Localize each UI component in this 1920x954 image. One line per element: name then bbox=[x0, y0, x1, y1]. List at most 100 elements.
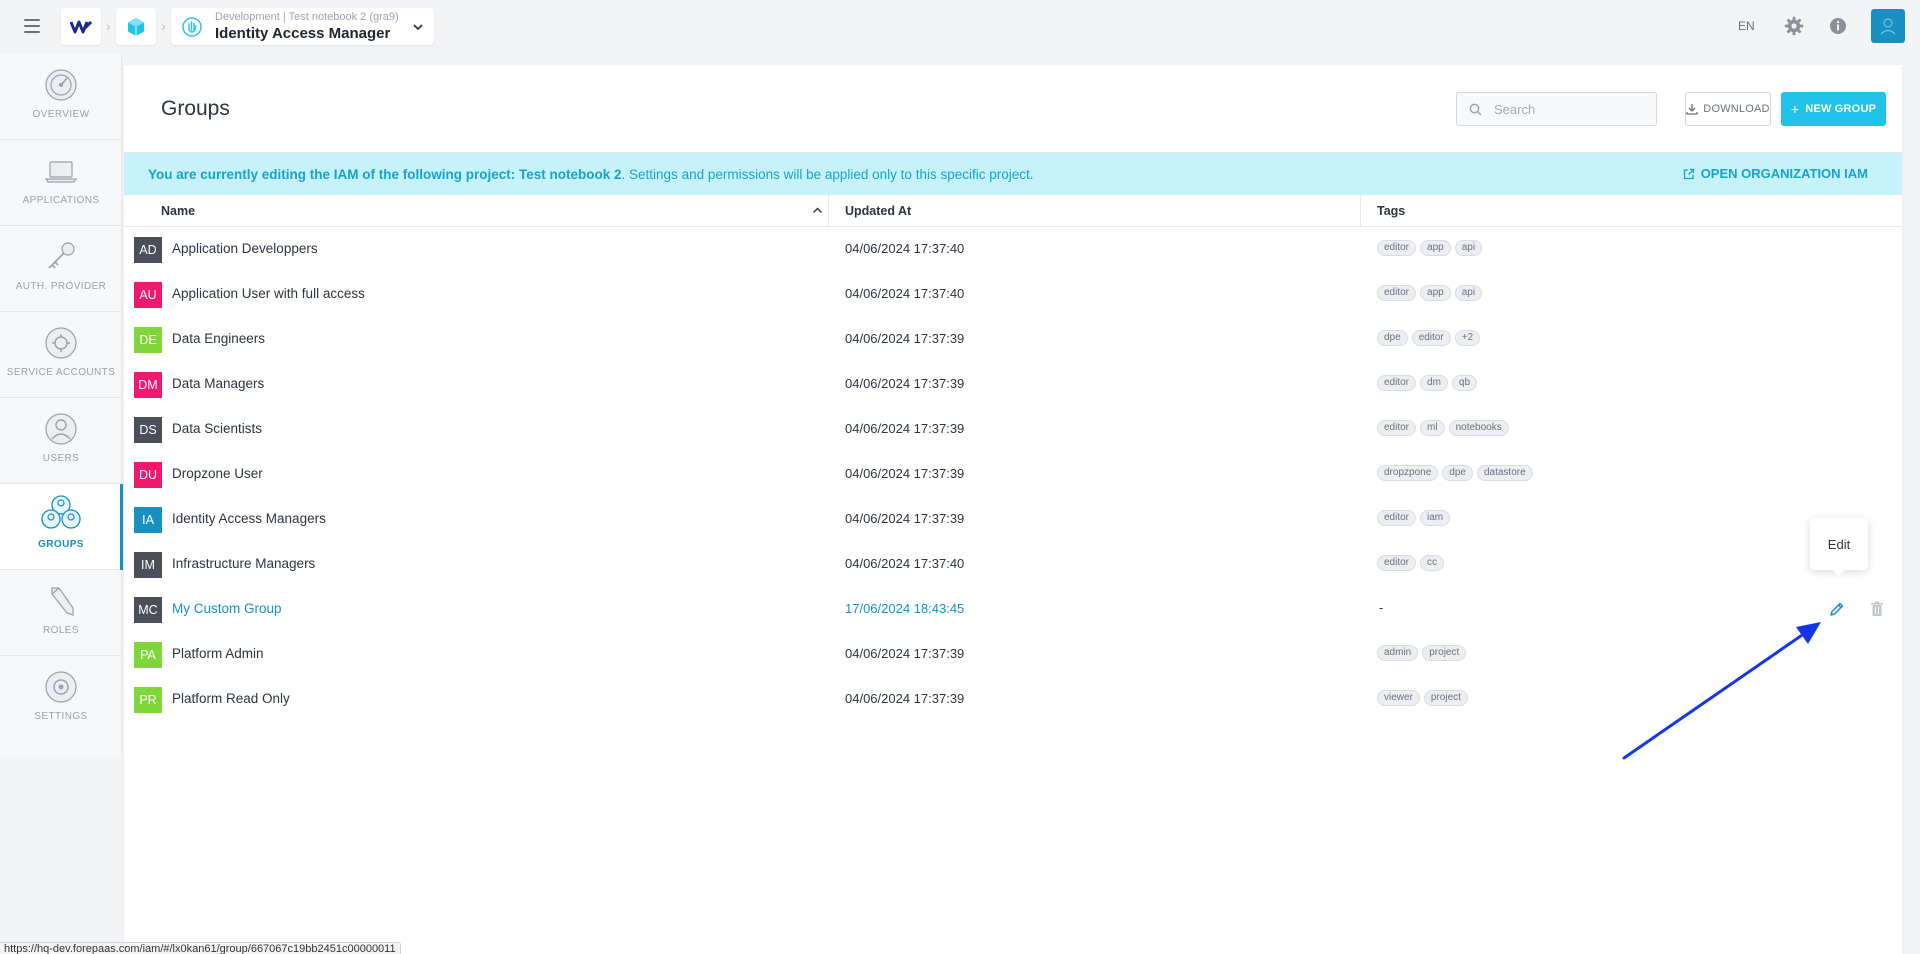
new-group-button[interactable]: + NEW GROUP bbox=[1781, 92, 1886, 126]
sidebar-item-label: USERS bbox=[42, 453, 80, 464]
tag-chip: iam bbox=[1420, 510, 1451, 526]
group-name[interactable]: Infrastructure Managers bbox=[172, 556, 315, 571]
pencil-icon bbox=[51, 587, 74, 616]
table-row[interactable]: PR Platform Read Only 04/06/2024 17:37:39 v… bbox=[124, 677, 1902, 722]
group-initials-badge: IM bbox=[134, 552, 162, 578]
search-box[interactable] bbox=[1456, 92, 1657, 126]
group-tags-empty: - bbox=[1379, 600, 1384, 615]
group-name[interactable]: Dropzone User bbox=[172, 466, 263, 481]
group-initials-badge: DE bbox=[134, 327, 162, 353]
language-selector[interactable]: EN bbox=[1738, 19, 1755, 33]
organization-logo-tile[interactable] bbox=[61, 8, 101, 45]
group-name[interactable]: Application Developpers bbox=[172, 241, 318, 256]
table-row[interactable]: IM Infrastructure Managers 04/06/2024 17:3… bbox=[124, 542, 1902, 587]
tag-chip: viewer bbox=[1377, 690, 1420, 706]
table-row[interactable]: AU Application User with full access 04/06… bbox=[124, 272, 1902, 317]
app-switcher[interactable]: Development | Test notebook 2 (gra9) Ide… bbox=[171, 8, 434, 45]
tag-chip: project bbox=[1422, 645, 1467, 661]
trash-icon[interactable] bbox=[1870, 601, 1884, 617]
group-updated-at: 04/06/2024 17:37:39 bbox=[845, 421, 965, 436]
plus-icon: + bbox=[1790, 101, 1800, 117]
group-name[interactable]: Platform Read Only bbox=[172, 691, 290, 706]
group-tags: viewer project bbox=[1377, 690, 1468, 706]
search-icon bbox=[1469, 103, 1482, 115]
group-updated-at: 04/06/2024 17:37:39 bbox=[845, 511, 965, 526]
project-tile[interactable] bbox=[116, 8, 156, 45]
search-input[interactable] bbox=[1494, 101, 1644, 117]
tag-chip: dpe bbox=[1377, 330, 1408, 346]
sidebar-item-users[interactable]: USERS bbox=[0, 398, 122, 484]
tag-chip: admin bbox=[1377, 645, 1419, 661]
tag-chip: editor bbox=[1377, 555, 1417, 571]
group-tags: editor app api bbox=[1377, 285, 1483, 301]
breadcrumb-separator-icon: › bbox=[161, 18, 166, 34]
chevron-down-icon[interactable] bbox=[412, 21, 424, 33]
app-breadcrumb-text: Development | Test notebook 2 (gra9) Ide… bbox=[215, 11, 399, 43]
breadcrumb-separator-icon: › bbox=[106, 18, 111, 34]
sidebar-item-settings[interactable]: SETTINGS bbox=[0, 656, 122, 742]
cube-icon bbox=[128, 17, 144, 36]
group-tags: editor dm qb bbox=[1377, 375, 1478, 391]
app-title: Identity Access Manager bbox=[215, 24, 391, 42]
table-row[interactable]: IA Identity Access Managers 04/06/2024 17:… bbox=[124, 497, 1902, 542]
column-header-name[interactable]: Name bbox=[161, 204, 195, 218]
table-row[interactable]: DS Data Scientists 04/06/2024 17:37:39 edit… bbox=[124, 407, 1902, 452]
forepaas-logo-icon bbox=[70, 20, 92, 33]
sidebar-item-groups[interactable]: GROUPS bbox=[0, 484, 123, 570]
group-name[interactable]: My Custom Group bbox=[172, 601, 282, 616]
sidebar-item-service-accounts[interactable]: SERVICE ACCOUNTS bbox=[0, 312, 122, 398]
table-row[interactable]: DM Data Managers 04/06/2024 17:37:39 editor… bbox=[124, 362, 1902, 407]
edit-tooltip: Edit bbox=[1810, 518, 1868, 576]
group-initials-badge: AD bbox=[134, 237, 162, 263]
group-tags: editor cc bbox=[1377, 555, 1445, 571]
group-tags: editor app api bbox=[1377, 240, 1483, 256]
group-name[interactable]: Platform Admin bbox=[172, 646, 264, 661]
group-name[interactable]: Data Managers bbox=[172, 376, 264, 391]
table-row[interactable]: DU Dropzone User 04/06/2024 17:37:39 dropzp… bbox=[124, 452, 1902, 497]
user-avatar-icon bbox=[1880, 18, 1896, 35]
group-name[interactable]: Application User with full access bbox=[172, 286, 365, 301]
group-name[interactable]: Identity Access Managers bbox=[172, 511, 326, 526]
hamburger-menu-icon[interactable] bbox=[22, 17, 42, 35]
sort-ascending-icon[interactable] bbox=[812, 205, 823, 216]
group-name[interactable]: Data Engineers bbox=[172, 331, 265, 346]
group-initials-badge: DM bbox=[134, 372, 162, 398]
tag-chip: dm bbox=[1420, 375, 1448, 391]
gear-icon bbox=[45, 671, 77, 703]
sidebar-nav: OVERVIEW APPLICATIONS AUTH. PROVIDER SER… bbox=[0, 54, 123, 757]
sidebar-item-applications[interactable]: APPLICATIONS bbox=[0, 140, 122, 226]
user-avatar[interactable] bbox=[1871, 9, 1905, 43]
sidebar-item-label: AUTH. PROVIDER bbox=[15, 281, 107, 292]
tag-chip: datastore bbox=[1476, 465, 1533, 481]
table-row[interactable]: MC My Custom Group 17/06/2024 18:43:45 - bbox=[124, 587, 1902, 632]
group-updated-at: 04/06/2024 17:37:39 bbox=[845, 691, 965, 706]
group-initials-badge: PA bbox=[134, 642, 162, 668]
group-tags: editor ml notebooks bbox=[1377, 420, 1509, 436]
open-organization-iam-link[interactable]: OPEN ORGANIZATION IAM bbox=[1683, 166, 1868, 181]
column-header-updated-at[interactable]: Updated At bbox=[845, 204, 911, 218]
download-button[interactable]: DOWNLOAD bbox=[1685, 92, 1771, 126]
group-tags: dpe editor +2 bbox=[1377, 330, 1481, 346]
group-initials-badge: AU bbox=[134, 282, 162, 308]
sidebar-item-auth-provider[interactable]: AUTH. PROVIDER bbox=[0, 226, 122, 312]
sidebar-item-roles[interactable]: ROLES bbox=[0, 570, 122, 656]
overview-icon bbox=[45, 69, 77, 101]
tag-chip: editor bbox=[1377, 510, 1417, 526]
tag-chip: api bbox=[1454, 240, 1483, 256]
group-updated-at: 04/06/2024 17:37:40 bbox=[845, 286, 965, 301]
banner-text: . Settings and permissions will be appli… bbox=[621, 166, 1034, 182]
table-row[interactable]: DE Data Engineers 04/06/2024 17:37:39 dpe ed… bbox=[124, 317, 1902, 362]
edit-pencil-icon[interactable] bbox=[1829, 601, 1845, 617]
tag-chip: app bbox=[1420, 285, 1451, 301]
sidebar-item-overview[interactable]: OVERVIEW bbox=[0, 54, 122, 140]
table-row[interactable]: AD Application Developpers 04/06/2024 17:3… bbox=[124, 227, 1902, 272]
table-row[interactable]: PA Platform Admin 04/06/2024 17:37:39 admin… bbox=[124, 632, 1902, 677]
group-name[interactable]: Data Scientists bbox=[172, 421, 262, 436]
banner-text-strong: You are currently editing the IAM of the… bbox=[148, 166, 622, 182]
main-panel: Groups DOWNLOAD + NEW GROUP You are curr… bbox=[124, 65, 1902, 954]
group-updated-at: 04/06/2024 17:37:40 bbox=[845, 241, 965, 256]
column-divider[interactable] bbox=[1360, 195, 1361, 227]
info-icon[interactable] bbox=[1828, 16, 1848, 36]
column-divider[interactable] bbox=[828, 195, 829, 227]
gear-icon[interactable] bbox=[1784, 16, 1804, 36]
